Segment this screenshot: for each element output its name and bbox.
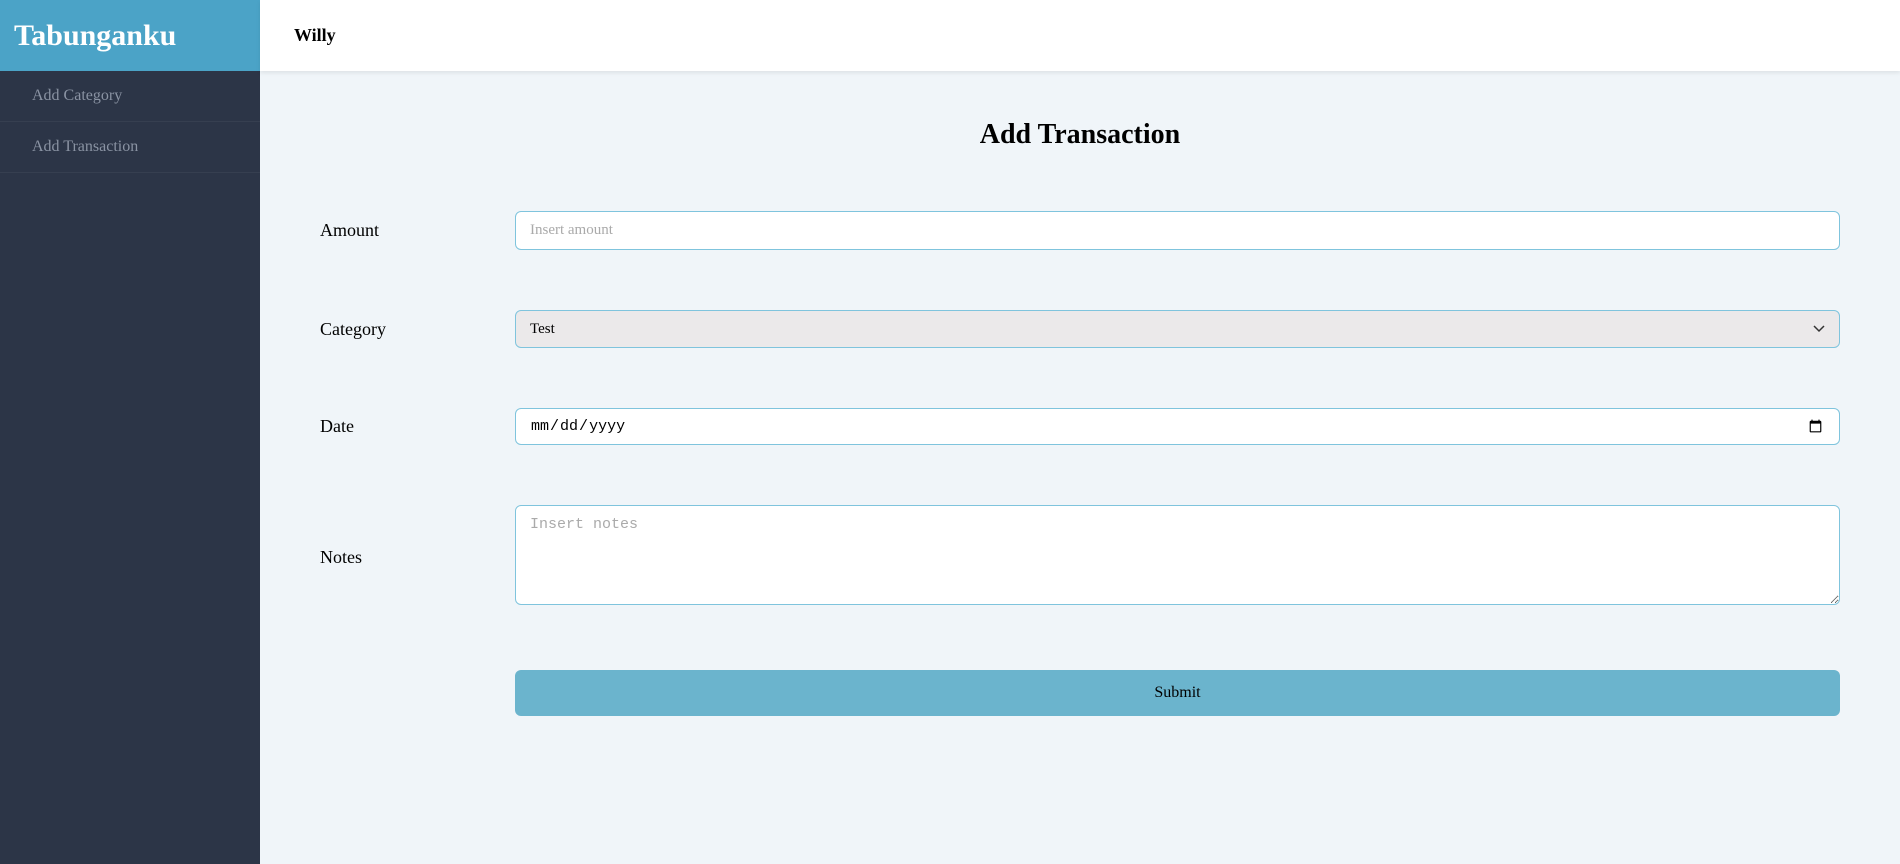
form-row-notes: Notes [320,505,1840,610]
sidebar: Tabunganku Add Category Add Transaction [0,0,260,864]
amount-input[interactable] [515,211,1840,250]
category-label: Category [320,319,515,340]
sidebar-item-add-transaction[interactable]: Add Transaction [0,122,260,173]
amount-label: Amount [320,220,515,241]
date-label: Date [320,416,515,437]
form-row-amount: Amount [320,211,1840,250]
sidebar-item-add-category[interactable]: Add Category [0,71,260,122]
brand-logo[interactable]: Tabunganku [0,0,260,71]
main-content: Add Transaction Amount Category Test Dat… [260,0,1900,864]
notes-textarea[interactable] [515,505,1840,605]
date-input[interactable] [515,408,1840,445]
sidebar-nav: Add Category Add Transaction [0,71,260,173]
form-row-category: Category Test [320,310,1840,348]
form-row-date: Date [320,408,1840,445]
topbar: Willy [260,0,1900,71]
submit-row: Submit [320,670,1840,716]
notes-label: Notes [320,547,515,568]
submit-button[interactable]: Submit [515,670,1840,716]
category-select[interactable]: Test [515,310,1840,348]
page-title: Add Transaction [320,119,1840,151]
username-label: Willy [294,25,336,46]
